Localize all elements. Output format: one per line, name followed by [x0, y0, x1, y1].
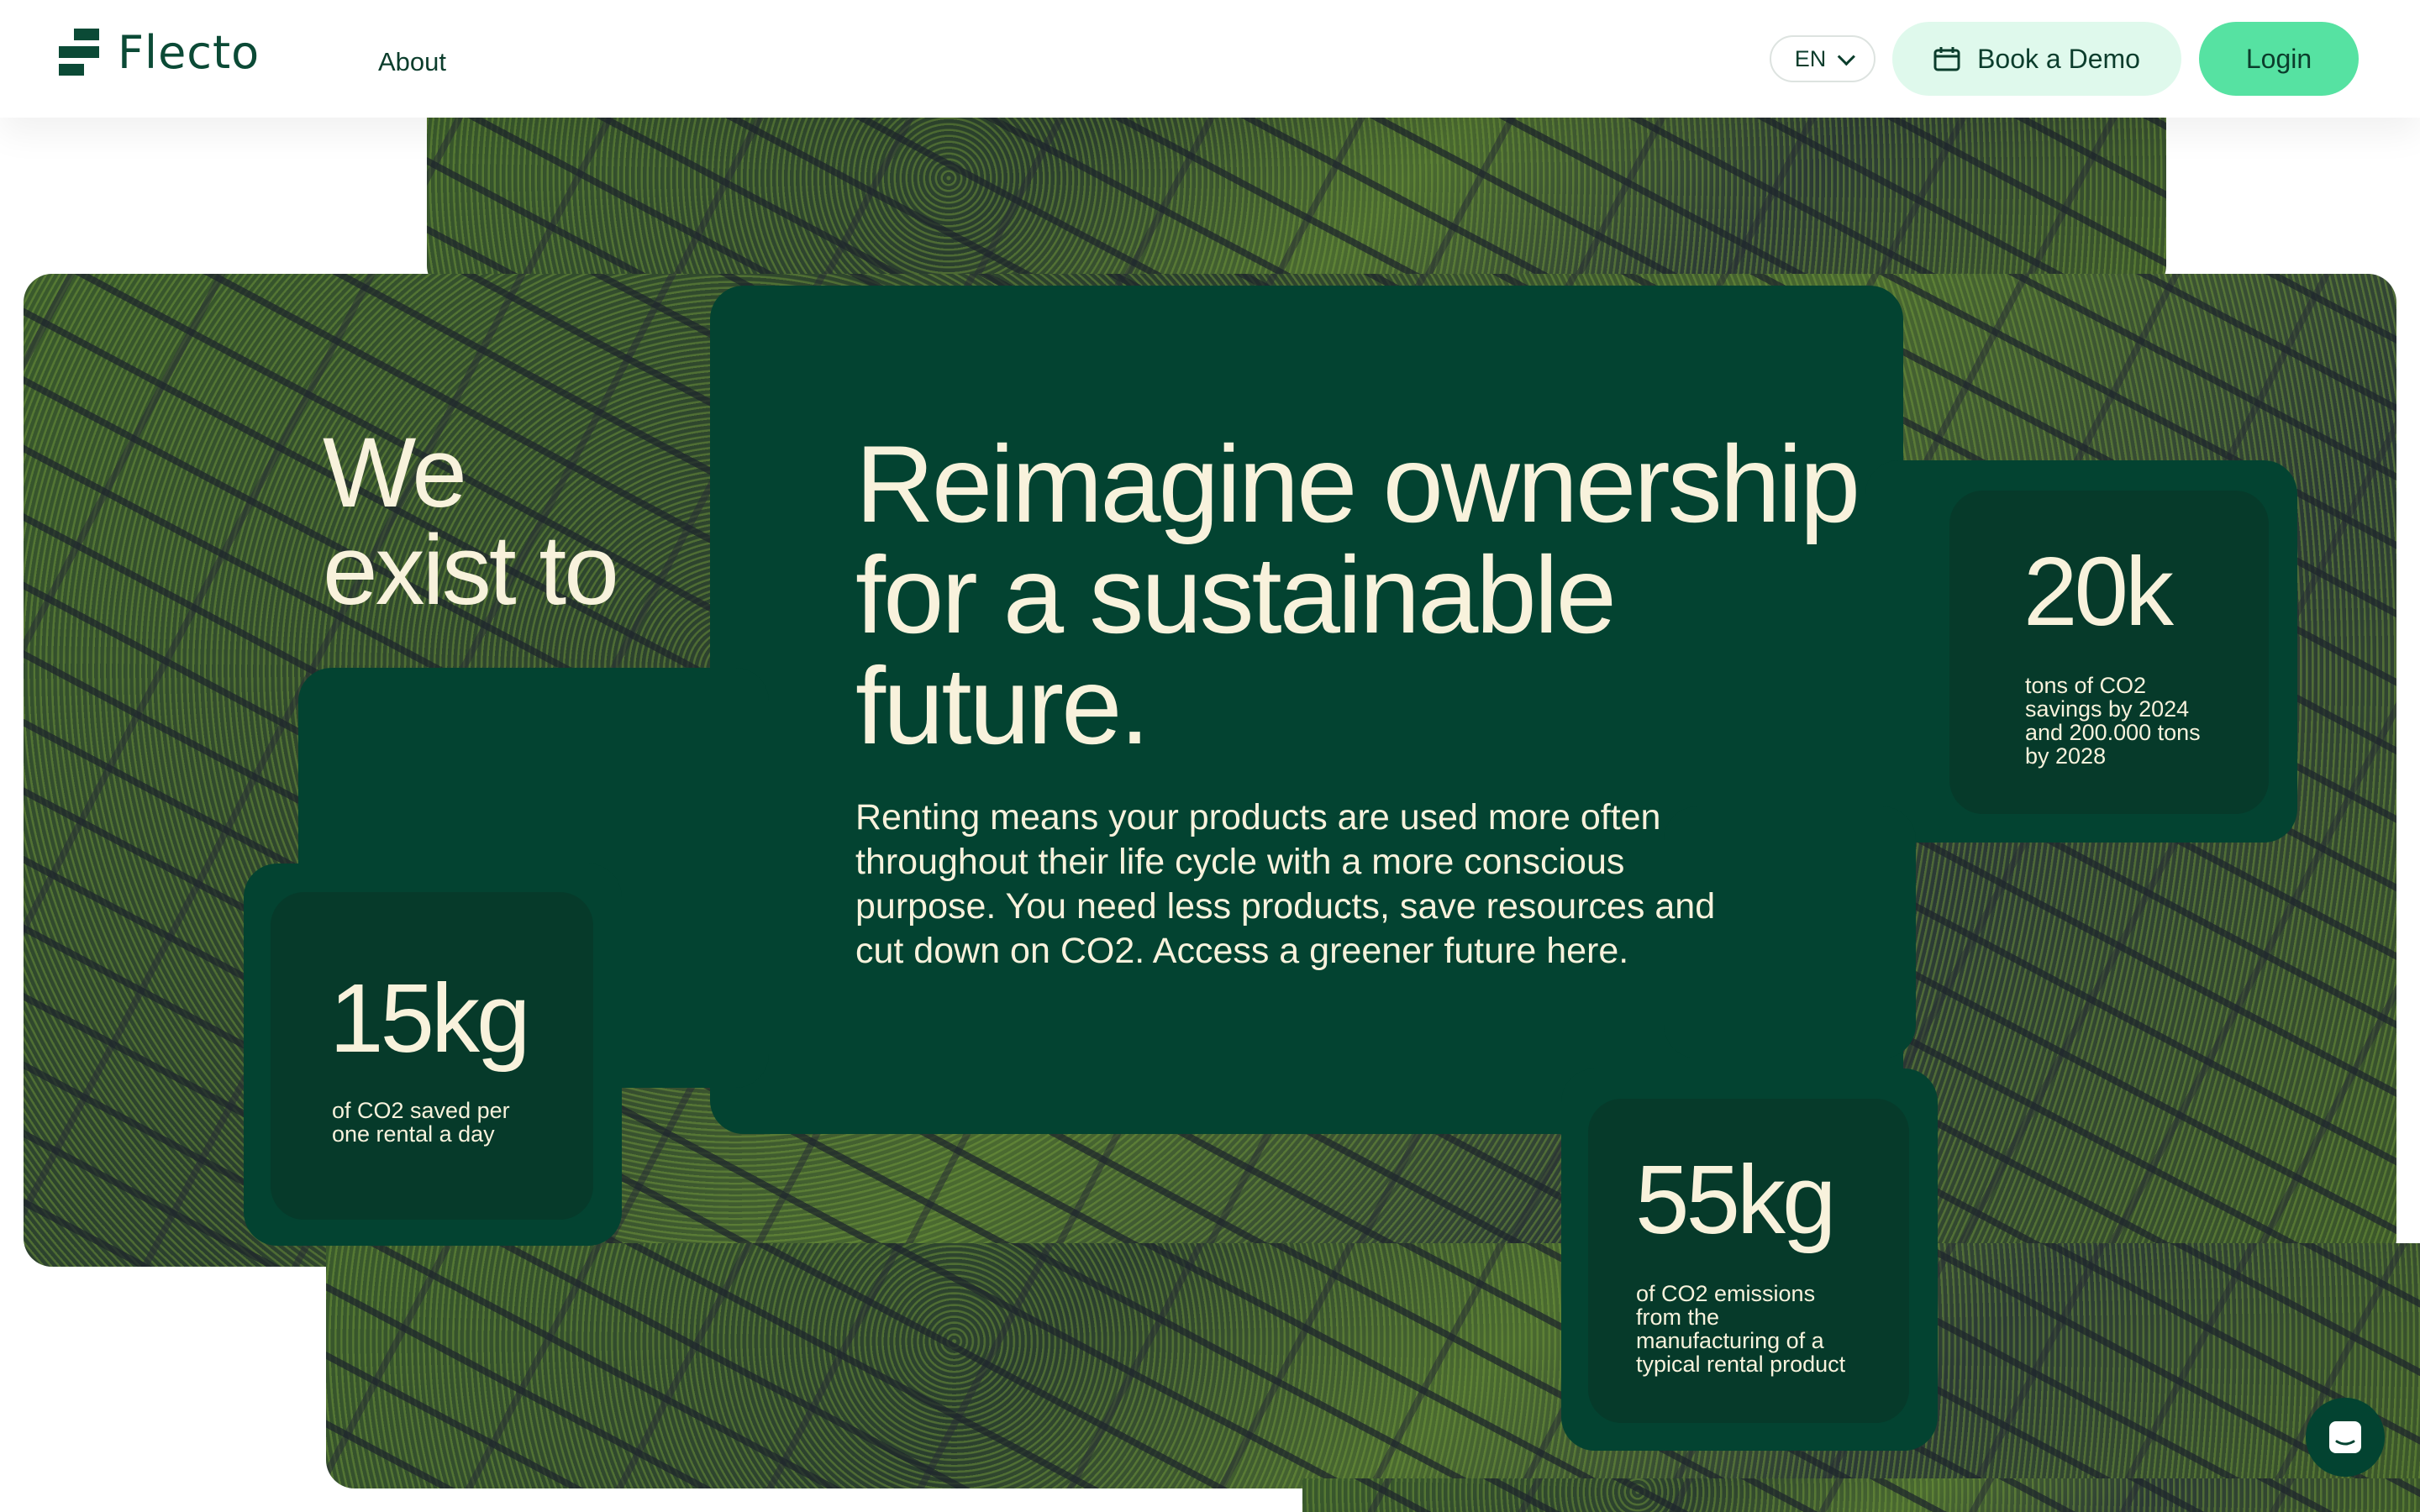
hero-body-text: Renting means your products are used mor…	[855, 797, 1716, 971]
nav-about-link[interactable]: About	[378, 47, 446, 77]
stat-value: 55kg	[1635, 1145, 1837, 1254]
flecto-logo-icon	[59, 29, 99, 76]
chat-icon	[2329, 1421, 2361, 1453]
stat-description: of CO2 emissions from the manufacturing …	[1636, 1281, 1846, 1377]
logo-text: Flecto	[118, 25, 260, 79]
book-demo-button[interactable]: Book a Demo	[1892, 22, 2181, 96]
chevron-down-icon	[1837, 47, 1856, 66]
headline-line-3: future.	[855, 644, 1150, 767]
site-header: Flecto About EN Book a Demo Login	[0, 0, 2420, 118]
headline-line-2: for a sustainable	[855, 533, 1617, 656]
stat-card-55kg: 55kg of CO2 emissions from the manufactu…	[1588, 1099, 1909, 1423]
chat-launcher-button[interactable]	[2306, 1398, 2385, 1477]
login-button[interactable]: Login	[2199, 22, 2359, 96]
calendar-icon	[1933, 47, 1960, 71]
stat-value: 20k	[2023, 537, 2174, 646]
login-label: Login	[2245, 43, 2312, 74]
tagline-line-1: We	[323, 417, 467, 528]
stat-card-15kg: 15kg of CO2 saved per one rental a day	[271, 892, 593, 1220]
language-selector[interactable]: EN	[1770, 35, 1876, 82]
stat-description: of CO2 saved per one rental a day	[332, 1098, 510, 1147]
language-label: EN	[1794, 45, 1827, 71]
logo[interactable]: Flecto	[59, 25, 260, 79]
stat-value: 15kg	[329, 963, 531, 1073]
hero-tagline: We exist to	[323, 417, 619, 626]
book-demo-label: Book a Demo	[1977, 43, 2140, 74]
hero-headline: Reimagine ownership for a sustainable fu…	[855, 428, 1889, 761]
tagline-line-2: exist to	[323, 515, 619, 626]
headline-line-1: Reimagine ownership	[855, 423, 1860, 545]
stat-description: tons of CO2 savings by 2024 and 200.000 …	[2025, 673, 2201, 769]
stat-card-20k: 20k tons of CO2 savings by 2024 and 200.…	[1949, 491, 2269, 814]
